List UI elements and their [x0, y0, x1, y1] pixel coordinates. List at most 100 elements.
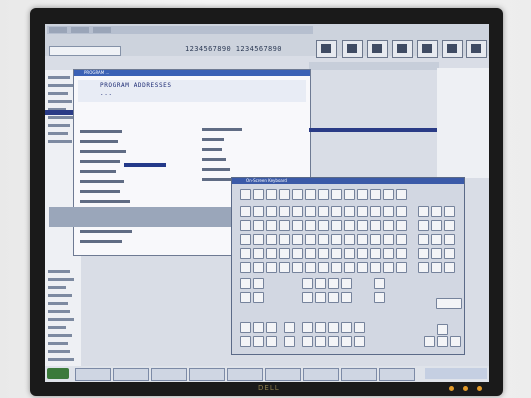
keyboard-key[interactable]: [444, 206, 455, 217]
keyboard-key[interactable]: [292, 262, 303, 273]
toolbar-icon[interactable]: [316, 40, 337, 58]
keyboard-key[interactable]: [341, 322, 352, 333]
keyboard-key[interactable]: [431, 234, 442, 245]
keyboard-key[interactable]: [383, 206, 394, 217]
keyboard-key[interactable]: [318, 248, 329, 259]
keyboard-key[interactable]: [253, 292, 264, 303]
keyboard-key[interactable]: [284, 336, 295, 347]
keyboard-key[interactable]: [418, 206, 429, 217]
keyboard-key[interactable]: [396, 220, 407, 231]
taskbar-item[interactable]: [189, 368, 225, 381]
toolbar-icon[interactable]: [417, 40, 438, 58]
keyboard-key[interactable]: [328, 292, 339, 303]
selected-code-line[interactable]: [124, 163, 166, 167]
keyboard-key[interactable]: [315, 278, 326, 289]
keyboard-key[interactable]: [331, 248, 342, 259]
keyboard-key[interactable]: [331, 262, 342, 273]
keyboard-key[interactable]: [266, 189, 277, 200]
keyboard-key[interactable]: [396, 248, 407, 259]
keyboard-key[interactable]: [436, 298, 462, 309]
keyboard-key[interactable]: [253, 234, 264, 245]
keyboard-key[interactable]: [328, 322, 339, 333]
toolbar-icon[interactable]: [367, 40, 388, 58]
keyboard-key[interactable]: [302, 336, 313, 347]
keyboard-key[interactable]: [418, 248, 429, 259]
keyboard-key[interactable]: [357, 248, 368, 259]
keyboard-key[interactable]: [418, 234, 429, 245]
keyboard-key[interactable]: [383, 248, 394, 259]
keyboard-key[interactable]: [240, 206, 251, 217]
keyboard-key[interactable]: [240, 322, 251, 333]
keyboard-key[interactable]: [318, 220, 329, 231]
taskbar-item[interactable]: [265, 368, 301, 381]
keyboard-key[interactable]: [302, 278, 313, 289]
keyboard-key[interactable]: [266, 220, 277, 231]
keyboard-key[interactable]: [253, 220, 264, 231]
keyboard-key[interactable]: [396, 262, 407, 273]
keyboard-key[interactable]: [318, 262, 329, 273]
keyboard-key[interactable]: [431, 262, 442, 273]
keyboard-key[interactable]: [240, 220, 251, 231]
keyboard-key[interactable]: [266, 234, 277, 245]
keyboard-key[interactable]: [292, 248, 303, 259]
taskbar-item[interactable]: [303, 368, 339, 381]
menu-item[interactable]: [71, 27, 89, 33]
keyboard-key[interactable]: [305, 248, 316, 259]
keyboard-key[interactable]: [240, 248, 251, 259]
keyboard-key[interactable]: [370, 248, 381, 259]
keyboard-key[interactable]: [357, 262, 368, 273]
keyboard-key[interactable]: [292, 234, 303, 245]
keyboard-key[interactable]: [354, 336, 365, 347]
keyboard-key[interactable]: [292, 220, 303, 231]
keyboard-key[interactable]: [253, 206, 264, 217]
keyboard-key[interactable]: [279, 189, 290, 200]
keyboard-key[interactable]: [240, 292, 251, 303]
keyboard-key[interactable]: [344, 248, 355, 259]
keyboard-key[interactable]: [444, 220, 455, 231]
monitor-button[interactable]: [463, 386, 468, 391]
keyboard-key[interactable]: [305, 234, 316, 245]
keyboard-key[interactable]: [292, 189, 303, 200]
keyboard-key[interactable]: [318, 189, 329, 200]
keyboard-key[interactable]: [279, 234, 290, 245]
keyboard-key[interactable]: [240, 189, 251, 200]
keyboard-key[interactable]: [383, 220, 394, 231]
keyboard-key[interactable]: [396, 206, 407, 217]
keyboard-key[interactable]: [444, 234, 455, 245]
keyboard-key[interactable]: [374, 292, 385, 303]
keyboard-key[interactable]: [253, 248, 264, 259]
keyboard-key[interactable]: [444, 248, 455, 259]
keyboard-key[interactable]: [279, 220, 290, 231]
keyboard-key[interactable]: [331, 234, 342, 245]
keyboard-key[interactable]: [341, 278, 352, 289]
search-input[interactable]: [49, 46, 121, 56]
keyboard-key[interactable]: [315, 336, 326, 347]
keyboard-key[interactable]: [240, 278, 251, 289]
window-title-bar[interactable]: PROGRAM ...: [74, 70, 310, 76]
keyboard-key[interactable]: [315, 292, 326, 303]
keyboard-key[interactable]: [357, 234, 368, 245]
keyboard-key[interactable]: [418, 220, 429, 231]
keyboard-key[interactable]: [331, 220, 342, 231]
toolbar-icon[interactable]: [342, 40, 363, 58]
keyboard-key[interactable]: [253, 262, 264, 273]
keyboard-key[interactable]: [370, 234, 381, 245]
keyboard-key[interactable]: [279, 248, 290, 259]
taskbar-item[interactable]: [341, 368, 377, 381]
keyboard-key[interactable]: [437, 336, 448, 347]
keyboard-key[interactable]: [396, 189, 407, 200]
start-button[interactable]: [47, 368, 69, 379]
keyboard-key[interactable]: [444, 262, 455, 273]
keyboard-key[interactable]: [284, 322, 295, 333]
keyboard-key[interactable]: [431, 248, 442, 259]
keyboard-key[interactable]: [370, 262, 381, 273]
keyboard-key[interactable]: [305, 189, 316, 200]
keyboard-key[interactable]: [424, 336, 435, 347]
taskbar-item[interactable]: [151, 368, 187, 381]
keyboard-key[interactable]: [302, 322, 313, 333]
taskbar-item[interactable]: [227, 368, 263, 381]
keyboard-key[interactable]: [344, 234, 355, 245]
keyboard-key[interactable]: [357, 206, 368, 217]
keyboard-title-bar[interactable]: On-Screen Keyboard: [232, 178, 464, 184]
keyboard-key[interactable]: [341, 336, 352, 347]
